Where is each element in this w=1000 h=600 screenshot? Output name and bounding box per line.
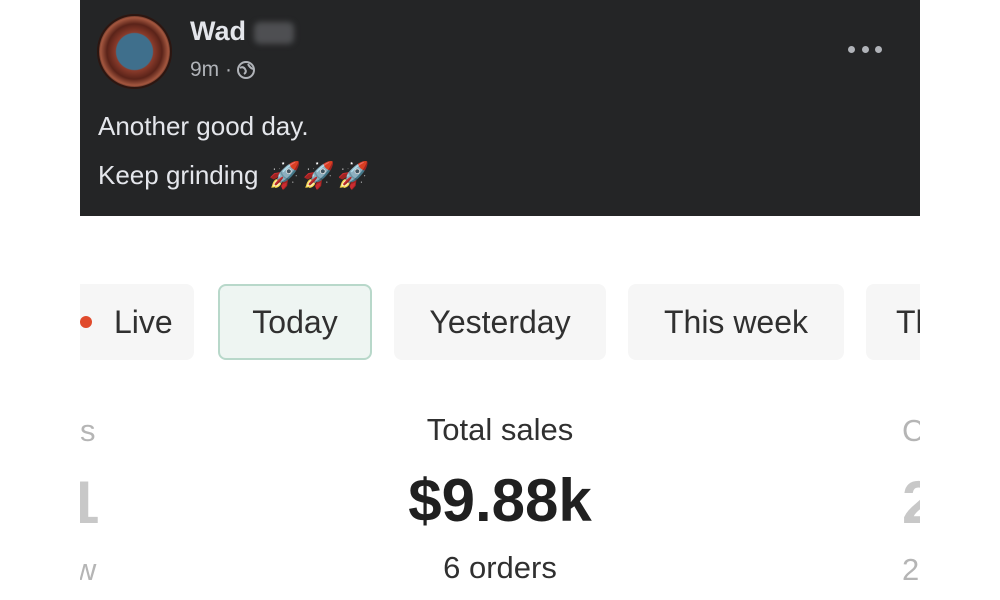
tab-yesterday-label: Yesterday xyxy=(429,303,571,340)
tab-partial-label: Th xyxy=(896,303,920,340)
left-metric-value: 1 xyxy=(80,469,100,536)
tab-yesterday[interactable]: Yesterday xyxy=(394,284,606,360)
total-sales-label: Total sales xyxy=(426,412,574,447)
avatar[interactable] xyxy=(97,14,172,89)
right-metric-label: C xyxy=(902,413,920,448)
right-metric-fragment: C 2 2 xyxy=(900,410,920,590)
right-metric-value: 2 xyxy=(902,469,920,536)
more-options-icon[interactable] xyxy=(848,36,882,62)
rocket-icon: 🚀 xyxy=(268,160,301,190)
post-text-line-2: Keep grinding 🚀 🚀 🚀 xyxy=(98,160,370,191)
total-sales-value: $9.88k xyxy=(408,467,592,534)
tab-partial[interactable]: Th xyxy=(866,284,920,360)
social-post: Wad 9m · Another good day. Keep grinding… xyxy=(80,0,920,216)
post-text-line-1: Another good day. xyxy=(98,111,309,141)
author-name[interactable]: Wad xyxy=(190,16,246,47)
post-meta: 9m · xyxy=(190,58,256,82)
post-text-keep-grinding: Keep grinding xyxy=(98,160,259,190)
tab-today-label: Today xyxy=(252,303,338,340)
post-time[interactable]: 9m · xyxy=(190,58,232,82)
orders-count: 6 orders xyxy=(443,550,557,585)
left-metric-fragment: s 1 w xyxy=(80,410,100,590)
tab-live[interactable]: Live xyxy=(80,284,194,360)
tab-live-label: Live xyxy=(114,303,173,340)
left-metric-label: s xyxy=(80,413,96,448)
tab-this-week-label: This week xyxy=(663,303,809,340)
tab-this-week[interactable]: This week xyxy=(628,284,844,360)
left-metric-sub: w xyxy=(80,552,97,587)
rocket-icon: 🚀 xyxy=(302,160,336,190)
period-tabs: Live Today Yesterday This week Th xyxy=(80,282,920,364)
rocket-emojis: 🚀 🚀 🚀 xyxy=(268,160,369,191)
author-name-redacted xyxy=(254,22,294,44)
rocket-icon: 🚀 xyxy=(337,160,370,190)
right-metric-sub: 2 xyxy=(902,552,920,587)
tab-today[interactable]: Today xyxy=(218,284,372,360)
globe-icon xyxy=(236,60,256,80)
live-indicator-icon xyxy=(80,316,92,328)
